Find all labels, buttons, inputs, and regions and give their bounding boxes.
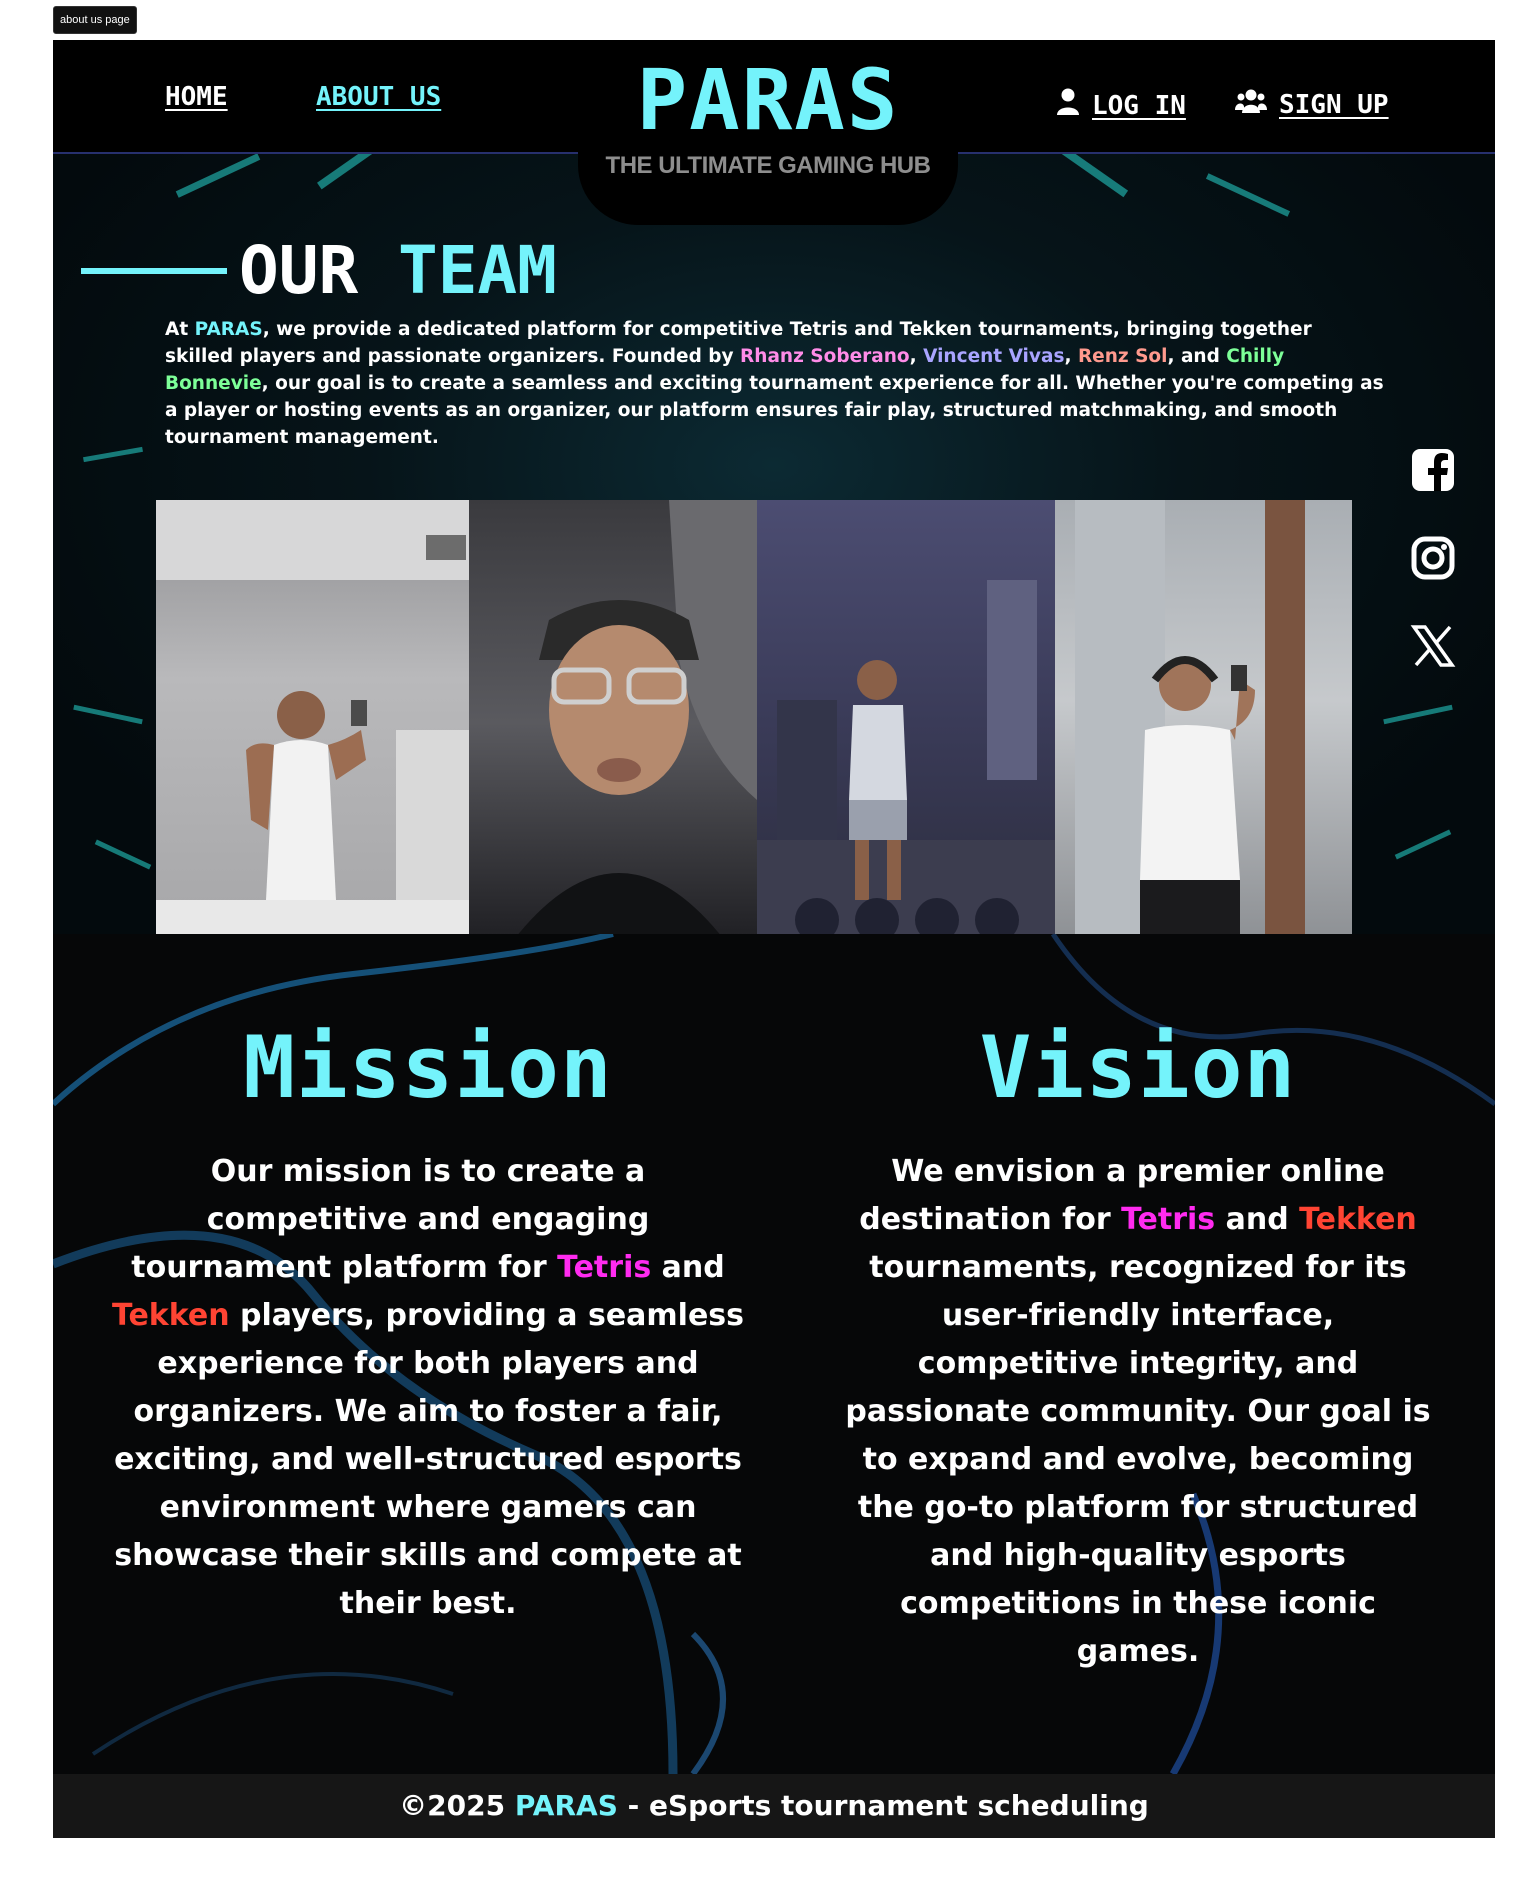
- page-footer: ©2025 PARAS - eSports tournament schedul…: [53, 1774, 1495, 1838]
- bg-streak: [1383, 704, 1453, 725]
- team-photo-1: [156, 500, 469, 934]
- login-label: LOG IN: [1092, 90, 1186, 121]
- user-icon: [1056, 88, 1080, 123]
- team-photos: [156, 500, 1352, 934]
- vision-column: Vision We envision a premier online dest…: [808, 934, 1468, 1676]
- brand-name: PARAS: [194, 319, 263, 340]
- footer-brand: PARAS: [514, 1789, 618, 1822]
- instagram-icon[interactable]: [1410, 535, 1456, 581]
- page-tab-label: about us page: [53, 6, 137, 34]
- team-photo-2: [469, 500, 757, 934]
- logo-title: PARAS: [636, 51, 900, 149]
- users-icon: [1235, 88, 1267, 121]
- mission-vision-section: Mission Our mission is to create a compe…: [53, 934, 1495, 1774]
- logo-badge[interactable]: PARAS THE ULTIMATE GAMING HUB: [578, 40, 958, 225]
- tekken-highlight: Tekken: [1299, 1202, 1417, 1237]
- page-frame: HOME ABOUT US LOG IN SIGN UP PARAS THE U…: [53, 40, 1495, 1838]
- mission-title: Mission: [243, 1018, 613, 1118]
- team-intro-paragraph: At PARAS, we provide a dedicated platfor…: [165, 319, 1384, 448]
- our-team-title: OUR TEAM: [239, 232, 557, 309]
- team-photo-4: [1055, 500, 1352, 934]
- team-photo-3: [757, 500, 1055, 934]
- bg-streak: [94, 839, 152, 870]
- vision-title: Vision: [979, 1018, 1297, 1118]
- our-team-section: OUR TEAM At PARAS, we provide a dedicate…: [53, 152, 1495, 934]
- bg-streak: [1057, 152, 1129, 198]
- x-icon[interactable]: [1410, 623, 1456, 669]
- mission-column: Mission Our mission is to create a compe…: [98, 934, 758, 1628]
- our-team-heading: OUR TEAM: [81, 232, 557, 309]
- bg-streak: [1394, 829, 1452, 860]
- bg-streak: [175, 153, 261, 198]
- nav-signup-link[interactable]: SIGN UP: [1235, 88, 1389, 121]
- founder-name: Rhanz Soberano: [740, 346, 910, 367]
- facebook-icon[interactable]: [1410, 447, 1456, 493]
- bg-streak: [317, 152, 379, 190]
- mission-text: Our mission is to create a competitive a…: [111, 1154, 745, 1621]
- founder-name: Vincent Vivas: [923, 346, 1065, 367]
- bg-streak: [73, 704, 143, 725]
- heading-accent-line: [81, 267, 227, 274]
- vision-text: We envision a premier online destination…: [845, 1154, 1431, 1669]
- founder-name: Renz Sol: [1077, 346, 1168, 367]
- tetris-highlight: Tetris: [1121, 1202, 1216, 1237]
- tetris-highlight: Tetris: [557, 1250, 652, 1285]
- signup-label: SIGN UP: [1279, 89, 1389, 120]
- footer-copyright: ©2025 PARAS - eSports tournament schedul…: [399, 1789, 1149, 1822]
- nav-login-link[interactable]: LOG IN: [1056, 88, 1186, 123]
- social-links: [1410, 447, 1456, 669]
- nav-about-link[interactable]: ABOUT US: [316, 82, 441, 112]
- bg-streak: [83, 446, 143, 463]
- tekken-highlight: Tekken: [111, 1298, 230, 1333]
- nav-home-link[interactable]: HOME: [165, 82, 228, 112]
- bg-streak: [1205, 173, 1291, 217]
- logo-subtitle: THE ULTIMATE GAMING HUB: [605, 152, 931, 179]
